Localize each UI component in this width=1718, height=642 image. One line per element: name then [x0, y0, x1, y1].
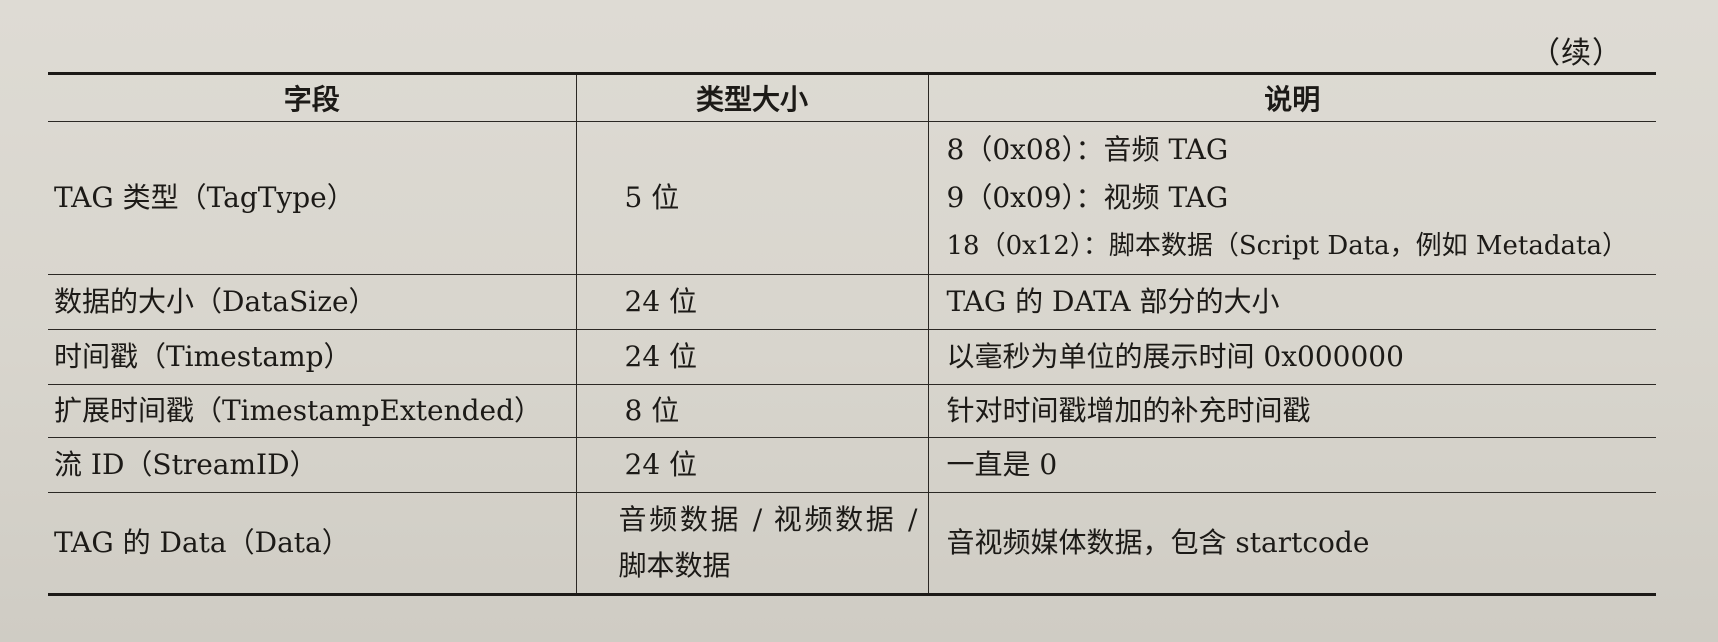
continued-label: （续）	[1530, 36, 1623, 71]
header-field: 字段	[48, 72, 576, 122]
cell-field: 时间戳（Timestamp）	[48, 329, 576, 385]
cell-type-size: 8 位	[575, 384, 928, 438]
description-line: 以毫秒为单位的展示时间 0x000000	[946, 340, 1404, 373]
cell-description: 以毫秒为单位的展示时间 0x000000	[927, 329, 1656, 385]
description-line: TAG 的 DATA 部分的大小	[946, 285, 1280, 318]
cell-description: 针对时间戳增加的补充时间戳	[927, 384, 1656, 438]
description-line: 针对时间戳增加的补充时间戳	[946, 394, 1311, 427]
table-row: TAG 类型（TagType） 5 位 8（0x08）：音频 TAG 9（0x0…	[48, 121, 1656, 275]
cell-type-size: 24 位	[575, 274, 928, 330]
cell-field: TAG 的 Data（Data）	[48, 492, 576, 596]
cell-field: 扩展时间戳（TimestampExtended）	[48, 384, 576, 438]
cell-type-size: 24 位	[575, 437, 928, 493]
cell-field: 数据的大小（DataSize）	[48, 274, 576, 330]
cell-field: TAG 类型（TagType）	[48, 121, 576, 275]
table-header-row: 字段 类型大小 说明	[48, 72, 1656, 122]
book-page: （续） 字段 类型大小 说明 TAG 类型（TagType） 5 位 8（0x0…	[0, 0, 1718, 642]
description-line: 8（0x08）：音频 TAG	[946, 133, 1229, 166]
description-line: 18（0x12）：脚本数据（Script Data，例如 Metadata）	[946, 231, 1628, 261]
description-line: 9（0x09）：视频 TAG	[946, 181, 1229, 214]
description-line: 一直是 0	[946, 448, 1058, 481]
table-row: 时间戳（Timestamp） 24 位 以毫秒为单位的展示时间 0x000000	[48, 329, 1656, 385]
cell-type-size: 5 位	[575, 121, 928, 275]
table-row: TAG 的 Data（Data） 音频数据 / 视频数据 / 脚本数据 音视频媒…	[48, 492, 1656, 596]
table-row: 数据的大小（DataSize） 24 位 TAG 的 DATA 部分的大小	[48, 274, 1656, 330]
cell-description: 音视频媒体数据，包含 startcode	[927, 492, 1656, 596]
table-row: 流 ID（StreamID） 24 位 一直是 0	[48, 437, 1656, 493]
header-type-size: 类型大小	[575, 72, 928, 122]
table-row: 扩展时间戳（TimestampExtended） 8 位 针对时间戳增加的补充时…	[48, 384, 1656, 438]
cell-description: 一直是 0	[927, 437, 1656, 493]
flv-tag-header-table: 字段 类型大小 说明 TAG 类型（TagType） 5 位 8（0x08）：音…	[48, 72, 1656, 596]
cell-description: TAG 的 DATA 部分的大小	[927, 274, 1656, 330]
cell-field: 流 ID（StreamID）	[48, 437, 576, 493]
header-description: 说明	[927, 72, 1656, 122]
description-line: 音视频媒体数据，包含 startcode	[946, 526, 1370, 559]
cell-type-size: 音频数据 / 视频数据 / 脚本数据	[575, 492, 928, 596]
cell-type-size: 24 位	[575, 329, 928, 385]
cell-description: 8（0x08）：音频 TAG 9（0x09）：视频 TAG 18（0x12）：脚…	[927, 121, 1656, 275]
